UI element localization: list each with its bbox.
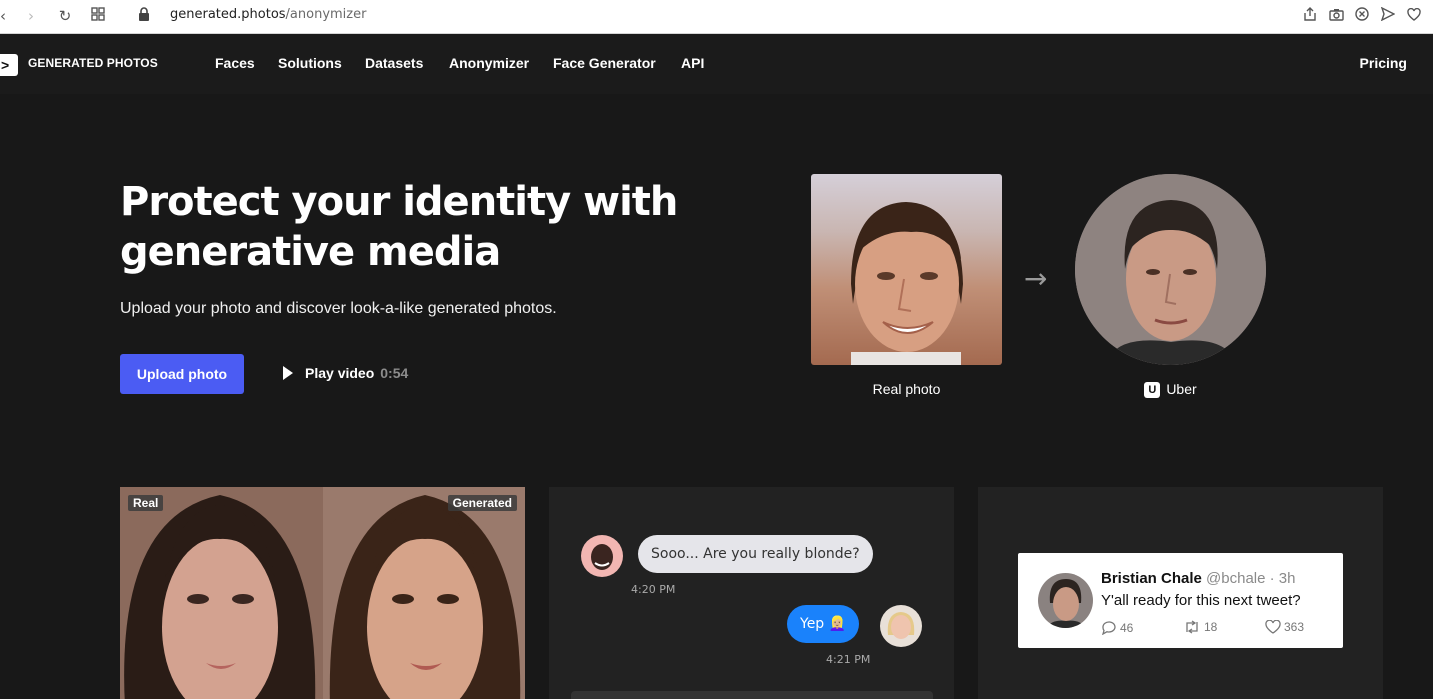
hero-title: Protect your identity with generative me… [120, 179, 678, 275]
tweet-retweets: 18 [1183, 620, 1217, 634]
nav-link-anonymizer[interactable]: Anonymizer [449, 55, 529, 71]
chat-time-outgoing: 4:21 PM [826, 653, 871, 666]
nav-link-api[interactable]: API [681, 55, 704, 71]
chat-bubble-incoming: Sooo... Are you really blonde? [638, 535, 873, 573]
browser-toolbar: ‹ › ↻ generated.photos/anonymizer [0, 0, 1433, 34]
nav-link-faces[interactable]: Faces [215, 55, 255, 71]
tweet-author-name: Bristian Chale [1101, 570, 1202, 587]
face-comparison-image [120, 487, 525, 699]
play-icon [283, 366, 293, 380]
logo-icon[interactable]: > [0, 54, 18, 76]
tabs-grid-icon[interactable] [87, 5, 109, 27]
real-photo-caption: Real photo [872, 381, 941, 397]
generated-tag: Generated [447, 495, 517, 511]
tweet-card: Bristian Chale @bchale · 3h Y'all ready … [978, 487, 1383, 699]
reply-icon [1101, 621, 1116, 636]
chat-avatar-incoming [581, 535, 623, 577]
url-domain: generated.photos [170, 7, 286, 22]
nav-link-datasets[interactable]: Datasets [365, 55, 423, 71]
reload-icon[interactable]: ↻ [54, 5, 76, 27]
tweet-reply-count: 46 [1120, 621, 1134, 635]
back-icon[interactable]: ‹ [0, 5, 14, 27]
heart-icon[interactable] [1403, 5, 1425, 27]
tweet-likes: 363 [1265, 619, 1305, 634]
play-video-label: Play video [305, 365, 375, 381]
block-icon[interactable] [1351, 5, 1373, 27]
logo-text[interactable]: GENERATED PHOTOS [28, 56, 158, 70]
share-icon[interactable] [1299, 5, 1321, 27]
send-icon[interactable] [1377, 5, 1399, 27]
nav-link-solutions[interactable]: Solutions [278, 55, 342, 71]
like-heart-icon [1265, 619, 1281, 634]
chat-time-incoming: 4:20 PM [631, 583, 676, 596]
url-path: /anonymizer [285, 7, 367, 22]
tweet-handle: @bchale · 3h [1206, 570, 1296, 587]
upload-photo-button[interactable]: Upload photo [120, 354, 244, 394]
lock-icon [133, 5, 155, 27]
chat-input-bar [571, 691, 933, 699]
camera-icon[interactable] [1325, 5, 1347, 27]
chat-avatar-outgoing [880, 605, 922, 647]
hero-subtitle: Upload your photo and discover look-a-li… [120, 300, 557, 317]
generated-photo-image [1075, 174, 1266, 365]
address-bar[interactable]: generated.photos/anonymizer [170, 7, 366, 22]
chat-bubble-outgoing: Yep 👱🏼‍♀️ [787, 605, 860, 643]
face-comparison-card: Real Generated [120, 487, 525, 699]
nav-link-pricing[interactable]: Pricing [1360, 55, 1407, 71]
tweet-like-count: 363 [1284, 620, 1305, 634]
real-photo-image [811, 174, 1002, 365]
play-video-duration: 0:54 [380, 365, 409, 381]
forward-icon[interactable]: › [20, 5, 42, 27]
play-video-button[interactable]: Play video 0:54 [283, 365, 408, 381]
site-navigation: > GENERATED PHOTOS Faces Solutions Datas… [0, 34, 1433, 94]
tweet-text: Y'all ready for this next tweet? [1101, 592, 1301, 609]
tweet: Bristian Chale @bchale · 3h Y'all ready … [1018, 553, 1343, 648]
tweet-avatar [1038, 573, 1093, 628]
real-tag: Real [128, 495, 164, 511]
tweet-replies: 46 [1101, 620, 1134, 636]
tweet-author: Bristian Chale @bchale · 3h [1101, 570, 1296, 587]
nav-link-face-generator[interactable]: Face Generator [553, 55, 656, 71]
generated-photo-caption: U Uber [1075, 381, 1266, 398]
arrow-right-icon: → [1024, 262, 1048, 295]
tweet-retweet-count: 18 [1204, 620, 1218, 634]
uber-logo-icon: U [1144, 382, 1161, 398]
chat-card: Sooo... Are you really blonde? 4:20 PM Y… [549, 487, 954, 699]
retweet-icon [1186, 620, 1198, 634]
uber-label: Uber [1166, 381, 1197, 397]
